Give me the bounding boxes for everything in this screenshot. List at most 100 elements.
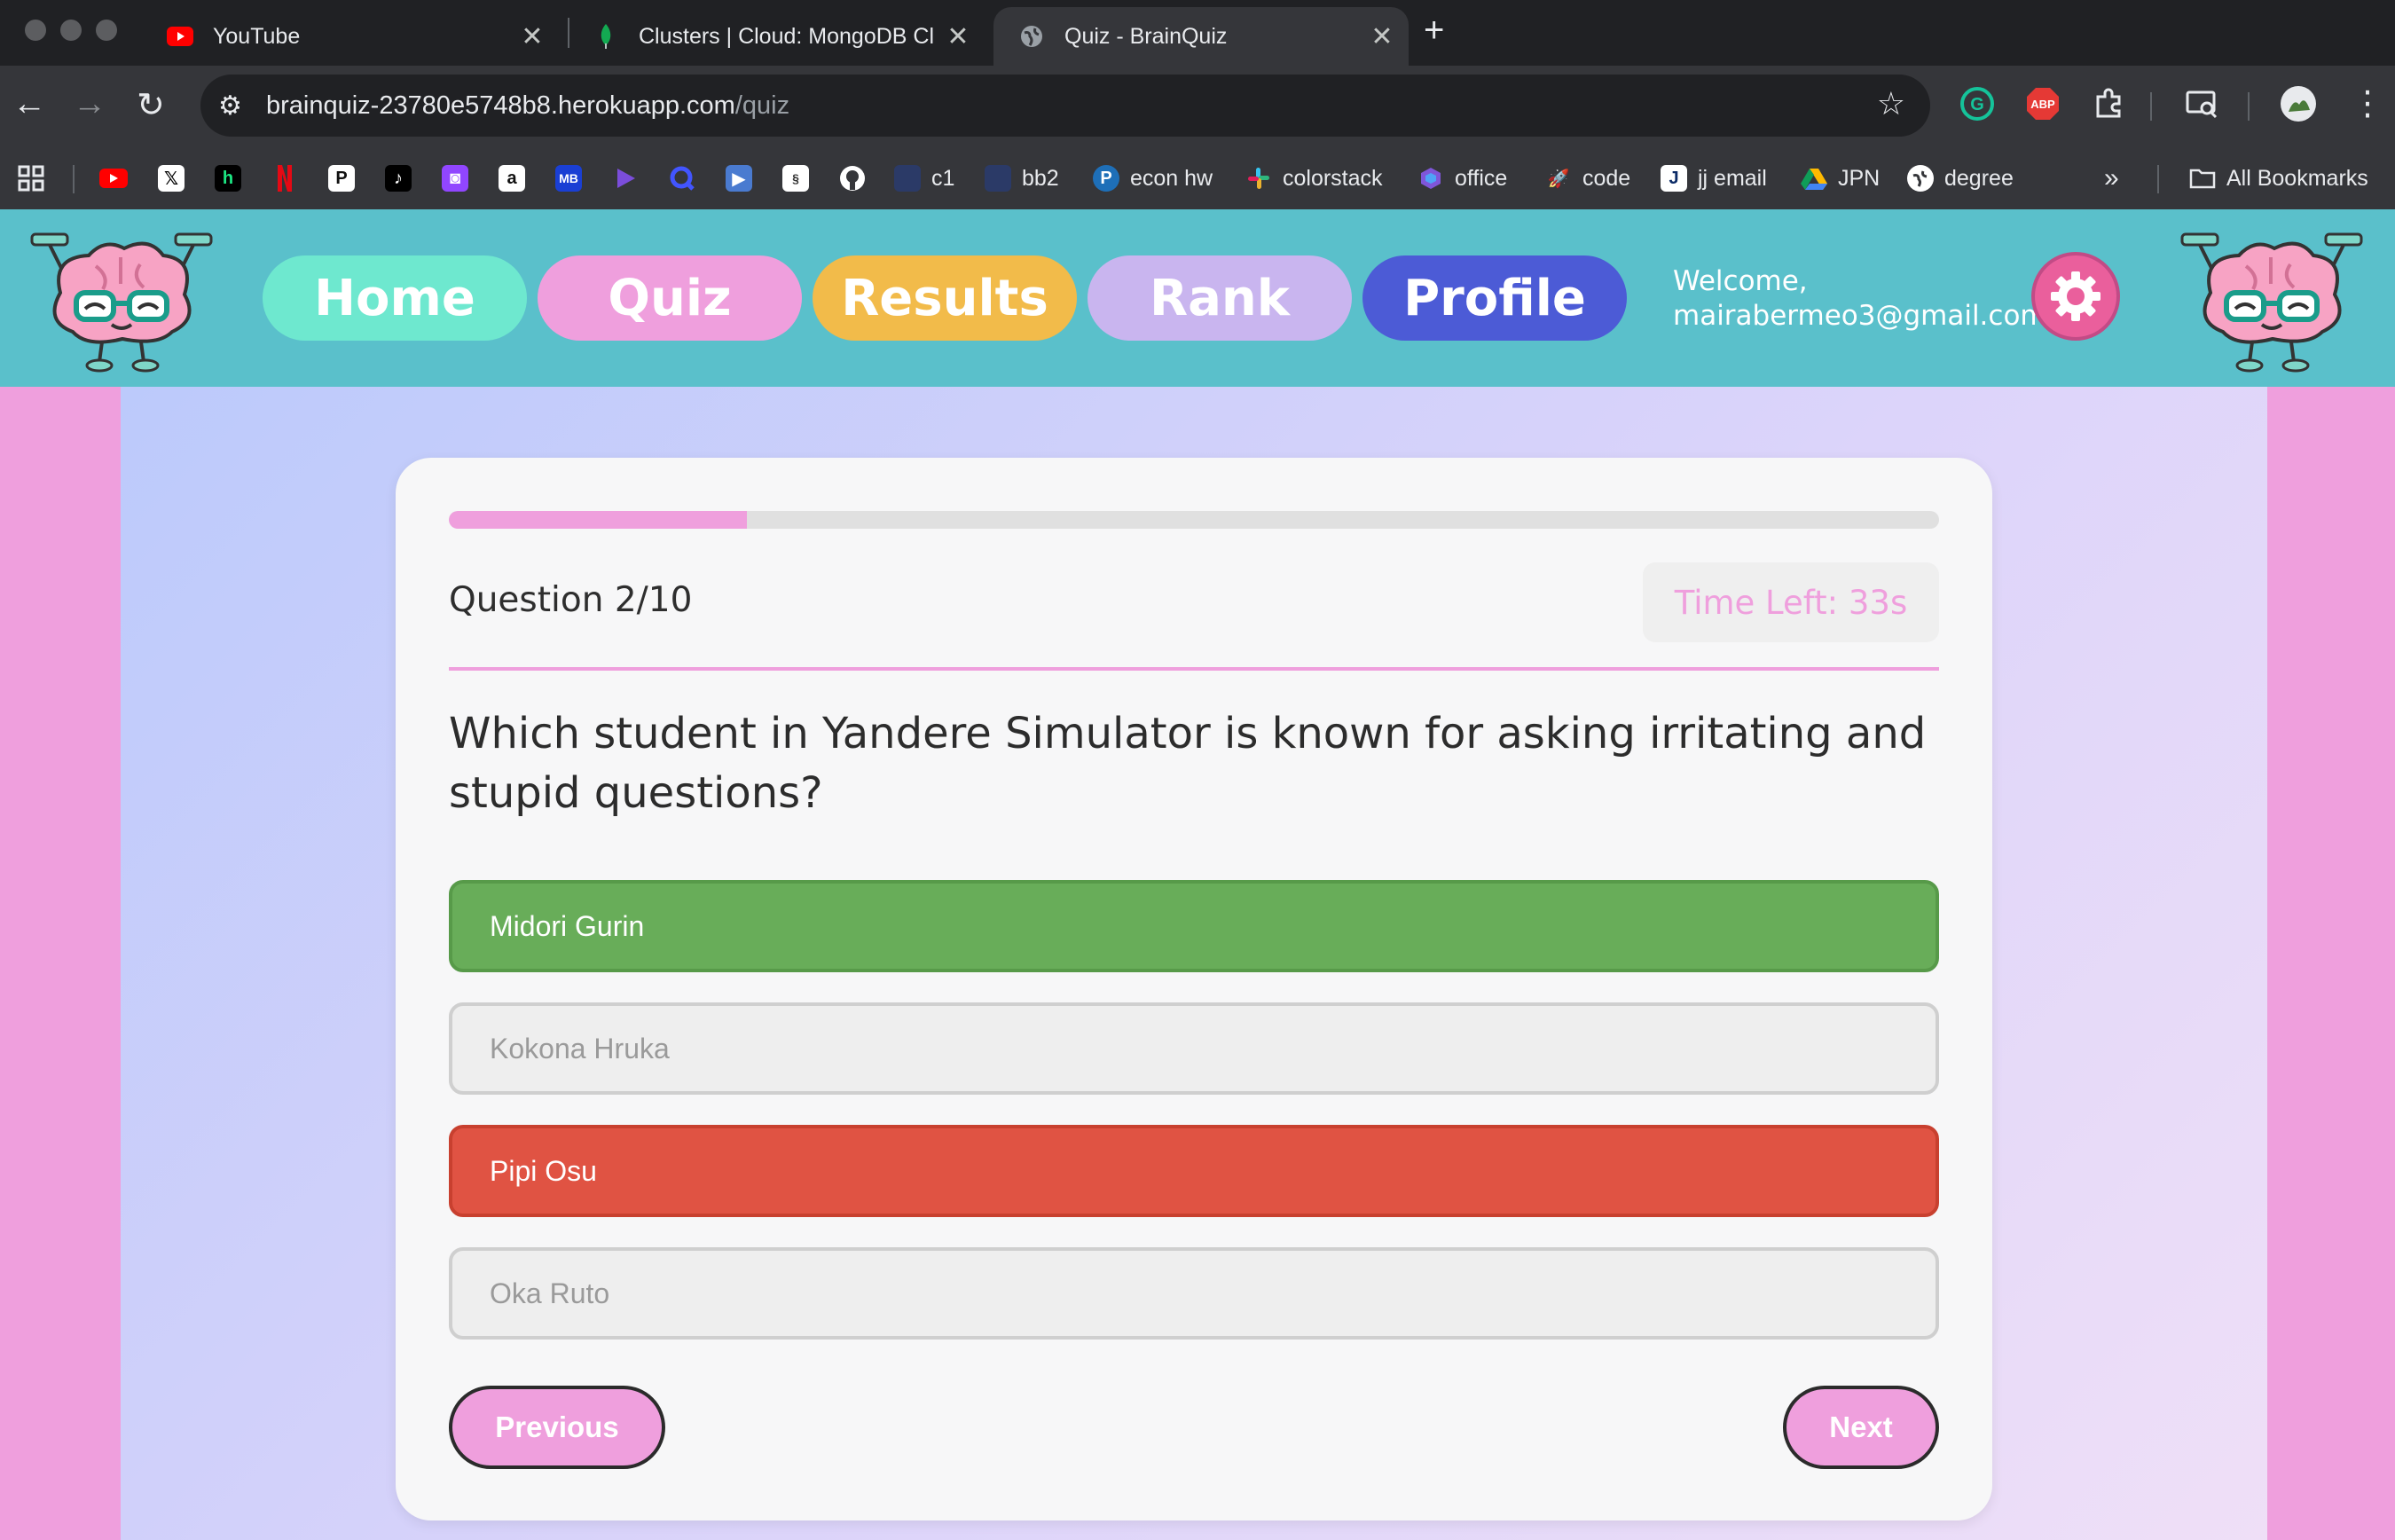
bookmark-x-icon[interactable]: 𝕏 (158, 147, 195, 209)
bookmark-label: code (1582, 165, 1631, 191)
bookmark-youtube-icon[interactable] (99, 147, 138, 209)
j-icon: J (1661, 165, 1687, 192)
brain-mascot-logo (30, 232, 213, 373)
bookmark-label: office (1455, 165, 1508, 191)
previous-button[interactable]: Previous (449, 1386, 665, 1469)
next-button[interactable]: Next (1783, 1386, 1939, 1469)
screen-search-icon[interactable] (2182, 83, 2223, 124)
tab-close-icon[interactable]: ✕ (1364, 21, 1400, 52)
user-email: mairabermeo3@gmail.com (1673, 300, 2047, 332)
url-path: /quiz (734, 91, 790, 120)
slack-icon (1245, 165, 1272, 192)
nav-results-button[interactable]: Results (813, 255, 1077, 341)
tab-close-icon[interactable]: ✕ (940, 21, 976, 52)
tab-brainquiz[interactable]: Quiz - BrainQuiz ✕ (993, 7, 1409, 66)
window-minimize-dot[interactable] (60, 20, 82, 41)
bookmark-jpn[interactable]: JPN (1801, 147, 1880, 209)
bookmark-code[interactable]: 🚀 code (1545, 147, 1631, 209)
bookmark-video-icon[interactable]: ▶ (726, 147, 763, 209)
bookmark-github-icon[interactable] (839, 147, 876, 209)
folder-outline-icon (2189, 165, 2216, 192)
answer-option-4[interactable]: Oka Ruto (449, 1247, 1939, 1340)
bookmark-econ-hw[interactable]: Pecon hw (1093, 147, 1213, 209)
bookmark-pinterest-icon[interactable]: P (328, 147, 365, 209)
bookmark-mb-icon[interactable]: MB (555, 147, 593, 209)
answer-option-3[interactable]: Pipi Osu (449, 1125, 1939, 1217)
bookmark-quizlet-icon[interactable] (669, 147, 706, 209)
url-host: brainquiz-23780e5748b8.herokuapp.com (266, 91, 735, 120)
globe-icon (1018, 23, 1045, 50)
office-icon (1417, 165, 1444, 192)
brain-mascot-logo-right (2180, 232, 2363, 373)
nav-home-button[interactable]: Home (263, 255, 527, 341)
bookmark-folder-c1[interactable]: c1 (894, 147, 954, 209)
bookmark-label: colorstack (1283, 165, 1383, 191)
profile-avatar-icon[interactable] (2278, 83, 2319, 124)
browser-menu-icon[interactable]: ⋮ (2351, 83, 2384, 123)
bookmark-office[interactable]: office (1417, 147, 1507, 209)
tab-title: Clusters | Cloud: MongoDB Cl (639, 23, 935, 49)
url-text[interactable]: brainquiz-23780e5748b8.herokuapp.com/qui… (266, 91, 789, 121)
bookmark-degree[interactable]: degree (1907, 147, 2014, 209)
adblock-plus-icon[interactable]: ABP (2022, 83, 2063, 124)
reload-icon[interactable]: ↻ (137, 85, 165, 125)
new-tab-icon[interactable]: + (1424, 11, 1444, 51)
bookmark-play-icon[interactable] (612, 147, 649, 209)
browser-tab-bar: YouTube ✕ Clusters | Cloud: MongoDB Cl ✕… (0, 0, 2395, 66)
window-close-dot[interactable] (25, 20, 46, 41)
back-arrow-icon[interactable]: ← (12, 85, 46, 123)
bookmark-twitch-icon[interactable]: ◙ (442, 147, 479, 209)
bookmark-colorstack[interactable]: colorstack (1245, 147, 1383, 209)
welcome-line: Welcome, (1673, 265, 1808, 297)
rocket-icon: 🚀 (1547, 169, 1570, 189)
tab-mongodb[interactable]: Clusters | Cloud: MongoDB Cl ✕ (568, 7, 985, 66)
drive-icon (1801, 165, 1827, 192)
quiz-progress-bar (449, 511, 1939, 529)
answer-option-2[interactable]: Kokona Hruka (449, 1002, 1939, 1095)
more-bookmarks-icon[interactable]: » (2104, 147, 2119, 209)
bookmark-amazon-icon[interactable]: a (499, 147, 536, 209)
tab-title: YouTube (213, 23, 301, 49)
nav-rank-button[interactable]: Rank (1088, 255, 1352, 341)
all-bookmarks-folder[interactable]: All Bookmarks (2189, 147, 2368, 209)
bookmark-separator (73, 165, 75, 193)
bookmark-jj-email[interactable]: Jjj email (1661, 147, 1767, 209)
tab-close-icon[interactable]: ✕ (514, 21, 550, 52)
bookmark-hulu-icon[interactable]: h (215, 147, 252, 209)
toolbar-separator (2248, 92, 2250, 121)
bookmark-label: jj email (1698, 165, 1767, 191)
welcome-message: Welcome, mairabermeo3@gmail.com (1673, 264, 2047, 334)
bookmark-netflix-icon[interactable] (271, 147, 309, 209)
answer-option-1[interactable]: Midori Gurin (449, 880, 1939, 972)
bookmark-star-icon[interactable]: ☆ (1877, 85, 1905, 122)
bookmark-tiktok-icon[interactable]: ♪ (385, 147, 422, 209)
window-zoom-dot[interactable] (96, 20, 117, 41)
site-info-icon[interactable]: ⚙ (218, 90, 242, 122)
forward-arrow-icon[interactable]: → (73, 85, 106, 123)
mongodb-leaf-icon (593, 23, 619, 50)
svg-text:G: G (1970, 95, 1984, 114)
address-bar[interactable]: ⚙ brainquiz-23780e5748b8.herokuapp.com/q… (200, 75, 1930, 137)
bookmark-label: econ hw (1130, 165, 1213, 191)
youtube-icon (167, 23, 193, 50)
folder-icon (985, 165, 1011, 192)
bookmark-label: JPN (1838, 165, 1881, 191)
nav-quiz-button[interactable]: Quiz (538, 255, 802, 341)
question-counter: Question 2/10 (449, 580, 693, 620)
question-text: Which student in Yandere Simulator is kn… (449, 709, 1927, 818)
header-divider (449, 667, 1939, 671)
tab-youtube[interactable]: YouTube ✕ (142, 7, 559, 66)
nav-profile-button[interactable]: Profile (1362, 255, 1627, 341)
apps-grid-icon[interactable] (18, 147, 44, 209)
toolbar-separator (2150, 92, 2152, 121)
pearson-icon: P (1093, 165, 1119, 192)
bookmark-label: bb2 (1022, 165, 1059, 191)
gear-icon (2051, 271, 2101, 321)
bookmark-doc-icon[interactable]: § (782, 147, 820, 209)
extensions-puzzle-icon[interactable] (2088, 83, 2129, 124)
settings-button[interactable] (2031, 252, 2120, 341)
grammarly-icon[interactable]: G (1957, 83, 1998, 124)
folder-icon (894, 165, 921, 192)
bookmark-folder-bb2[interactable]: bb2 (985, 147, 1059, 209)
globe-icon (1907, 165, 1934, 192)
